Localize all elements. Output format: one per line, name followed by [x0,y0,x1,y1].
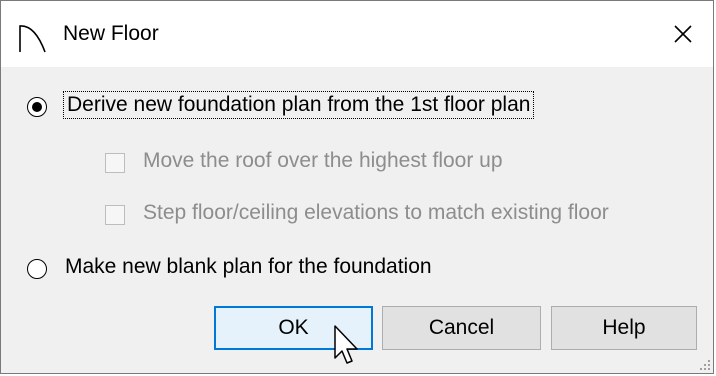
blank-plan-radio[interactable] [27,259,47,279]
resize-grip-icon[interactable] [699,359,711,371]
close-button[interactable] [653,1,713,67]
new-floor-dialog: New Floor Derive new foundation plan fro… [0,0,714,374]
move-roof-label: Move the roof over the highest floor up [143,149,503,172]
step-floor-label: Step floor/ceiling elevations to match e… [143,201,609,224]
dialog-title: New Floor [63,22,159,45]
cancel-button[interactable]: Cancel [382,306,541,350]
derive-foundation-label[interactable]: Derive new foundation plan from the 1st … [62,91,535,119]
mouse-pointer-icon [334,325,358,364]
blank-plan-label[interactable]: Make new blank plan for the foundation [65,255,432,279]
title-bar: New Floor [1,1,713,67]
arch-icon [19,25,46,53]
help-button[interactable]: Help [551,306,697,350]
close-icon [674,25,692,43]
move-roof-checkbox[interactable] [105,153,125,173]
derive-foundation-radio[interactable] [27,97,47,117]
step-floor-checkbox[interactable] [105,205,125,225]
